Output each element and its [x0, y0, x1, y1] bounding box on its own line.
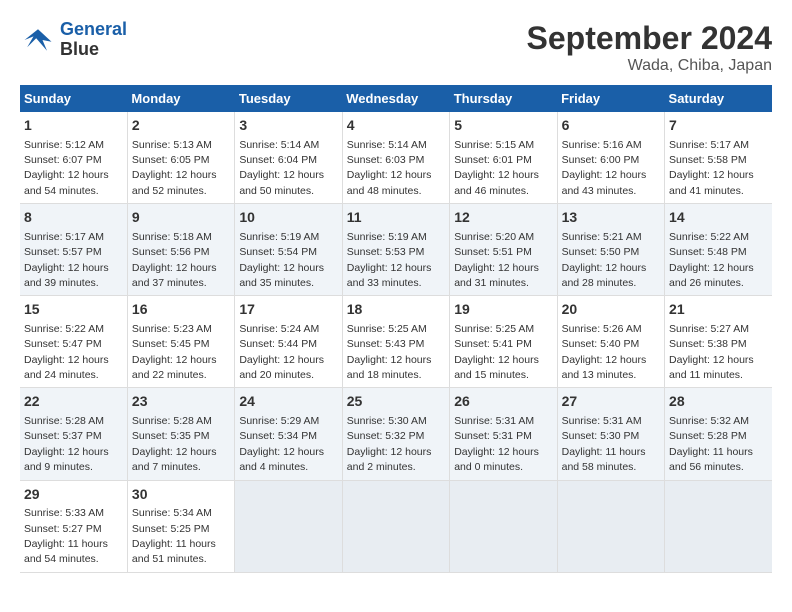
calendar-day-header: Monday	[127, 85, 234, 112]
calendar-day-header: Tuesday	[235, 85, 342, 112]
calendar-cell: 14Sunrise: 5:22 AMSunset: 5:48 PMDayligh…	[665, 204, 772, 296]
calendar-cell: 2Sunrise: 5:13 AMSunset: 6:05 PMDaylight…	[127, 112, 234, 204]
calendar-cell: 21Sunrise: 5:27 AMSunset: 5:38 PMDayligh…	[665, 296, 772, 388]
calendar-cell: 1Sunrise: 5:12 AMSunset: 6:07 PMDaylight…	[20, 112, 127, 204]
logo: General Blue	[20, 20, 127, 60]
calendar-cell: 15Sunrise: 5:22 AMSunset: 5:47 PMDayligh…	[20, 296, 127, 388]
calendar-cell	[557, 480, 664, 572]
calendar-cell: 23Sunrise: 5:28 AMSunset: 5:35 PMDayligh…	[127, 388, 234, 480]
calendar-cell: 30Sunrise: 5:34 AMSunset: 5:25 PMDayligh…	[127, 480, 234, 572]
calendar-week-row: 22Sunrise: 5:28 AMSunset: 5:37 PMDayligh…	[20, 388, 772, 480]
calendar-cell: 16Sunrise: 5:23 AMSunset: 5:45 PMDayligh…	[127, 296, 234, 388]
calendar-cell: 6Sunrise: 5:16 AMSunset: 6:00 PMDaylight…	[557, 112, 664, 204]
calendar-day-header: Friday	[557, 85, 664, 112]
calendar-cell: 18Sunrise: 5:25 AMSunset: 5:43 PMDayligh…	[342, 296, 449, 388]
calendar-day-header: Wednesday	[342, 85, 449, 112]
calendar-cell: 24Sunrise: 5:29 AMSunset: 5:34 PMDayligh…	[235, 388, 342, 480]
calendar-cell: 26Sunrise: 5:31 AMSunset: 5:31 PMDayligh…	[450, 388, 557, 480]
calendar-day-header: Sunday	[20, 85, 127, 112]
calendar-cell: 13Sunrise: 5:21 AMSunset: 5:50 PMDayligh…	[557, 204, 664, 296]
calendar-cell	[342, 480, 449, 572]
calendar-cell: 29Sunrise: 5:33 AMSunset: 5:27 PMDayligh…	[20, 480, 127, 572]
calendar-cell: 17Sunrise: 5:24 AMSunset: 5:44 PMDayligh…	[235, 296, 342, 388]
calendar-cell: 3Sunrise: 5:14 AMSunset: 6:04 PMDaylight…	[235, 112, 342, 204]
logo-text: General Blue	[60, 20, 127, 60]
calendar-header-row: SundayMondayTuesdayWednesdayThursdayFrid…	[20, 85, 772, 112]
calendar-cell: 9Sunrise: 5:18 AMSunset: 5:56 PMDaylight…	[127, 204, 234, 296]
calendar-day-header: Thursday	[450, 85, 557, 112]
calendar-cell: 5Sunrise: 5:15 AMSunset: 6:01 PMDaylight…	[450, 112, 557, 204]
calendar-week-row: 29Sunrise: 5:33 AMSunset: 5:27 PMDayligh…	[20, 480, 772, 572]
calendar-cell: 22Sunrise: 5:28 AMSunset: 5:37 PMDayligh…	[20, 388, 127, 480]
calendar-cell: 12Sunrise: 5:20 AMSunset: 5:51 PMDayligh…	[450, 204, 557, 296]
calendar-cell: 11Sunrise: 5:19 AMSunset: 5:53 PMDayligh…	[342, 204, 449, 296]
calendar-cell: 19Sunrise: 5:25 AMSunset: 5:41 PMDayligh…	[450, 296, 557, 388]
calendar-cell	[450, 480, 557, 572]
calendar-week-row: 15Sunrise: 5:22 AMSunset: 5:47 PMDayligh…	[20, 296, 772, 388]
calendar-cell: 20Sunrise: 5:26 AMSunset: 5:40 PMDayligh…	[557, 296, 664, 388]
calendar-cell	[235, 480, 342, 572]
calendar-cell: 25Sunrise: 5:30 AMSunset: 5:32 PMDayligh…	[342, 388, 449, 480]
calendar-table: SundayMondayTuesdayWednesdayThursdayFrid…	[20, 85, 772, 573]
calendar-cell: 7Sunrise: 5:17 AMSunset: 5:58 PMDaylight…	[665, 112, 772, 204]
page-title: September 2024	[527, 20, 772, 57]
calendar-day-header: Saturday	[665, 85, 772, 112]
title-block: September 2024 Wada, Chiba, Japan	[527, 20, 772, 75]
logo-icon	[20, 22, 56, 58]
calendar-cell: 28Sunrise: 5:32 AMSunset: 5:28 PMDayligh…	[665, 388, 772, 480]
calendar-cell: 8Sunrise: 5:17 AMSunset: 5:57 PMDaylight…	[20, 204, 127, 296]
page-header: General Blue September 2024 Wada, Chiba,…	[20, 20, 772, 75]
calendar-week-row: 8Sunrise: 5:17 AMSunset: 5:57 PMDaylight…	[20, 204, 772, 296]
calendar-cell: 27Sunrise: 5:31 AMSunset: 5:30 PMDayligh…	[557, 388, 664, 480]
calendar-cell: 4Sunrise: 5:14 AMSunset: 6:03 PMDaylight…	[342, 112, 449, 204]
calendar-cell	[665, 480, 772, 572]
calendar-cell: 10Sunrise: 5:19 AMSunset: 5:54 PMDayligh…	[235, 204, 342, 296]
calendar-week-row: 1Sunrise: 5:12 AMSunset: 6:07 PMDaylight…	[20, 112, 772, 204]
page-subtitle: Wada, Chiba, Japan	[527, 57, 772, 75]
